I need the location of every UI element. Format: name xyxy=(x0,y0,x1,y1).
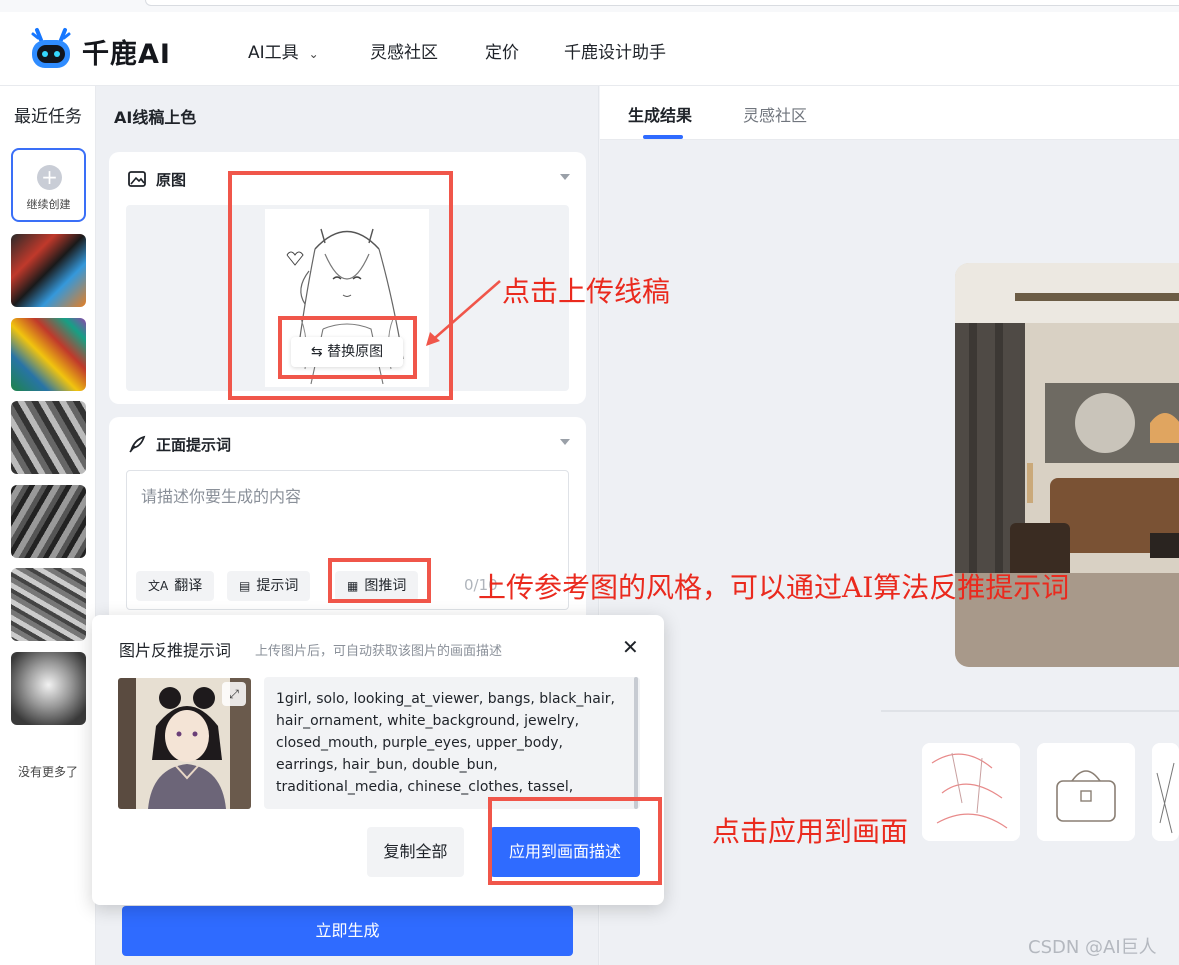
sample-thumbnail[interactable] xyxy=(1152,743,1179,841)
task-thumbnail[interactable] xyxy=(11,234,86,307)
expand-icon[interactable]: ⤢ xyxy=(222,682,246,706)
popup-title: 图片反推提示词 xyxy=(119,641,232,660)
panel-title: AI线稿上色 xyxy=(114,108,197,127)
nav-design-assistant[interactable]: 千鹿设计助手 xyxy=(564,38,666,63)
nav-pricing[interactable]: 定价 xyxy=(485,38,519,63)
brand-name[interactable]: 千鹿AI xyxy=(82,32,171,71)
rail-title: 最近任务 xyxy=(14,107,82,127)
task-thumbnail[interactable] xyxy=(11,652,86,725)
nav-ai-tools[interactable]: AI工具 ⌄ xyxy=(248,38,319,63)
section-divider xyxy=(881,710,1179,712)
annotation-box-replace xyxy=(278,316,417,379)
annotation-reverse-text: 上传参考图的风格，可以通过AI算法反推提示词 xyxy=(478,571,1070,604)
annotation-upload-text: 点击上传线稿 xyxy=(502,275,671,308)
recent-tasks-rail: 最近任务 + 继续创建 没有更多了 xyxy=(0,86,96,965)
image-icon xyxy=(128,171,146,187)
active-tab-indicator xyxy=(643,135,683,139)
collapse-caret-icon[interactable] xyxy=(560,439,570,445)
task-thumbnail[interactable] xyxy=(11,318,86,391)
popup-subtitle: 上传图片后，可自动获取该图片的画面描述 xyxy=(255,644,503,659)
task-thumbnail[interactable] xyxy=(11,485,86,558)
generate-button[interactable]: 立即生成 xyxy=(122,906,573,956)
prompt-library-label: 提示词 xyxy=(256,578,299,594)
task-thumbnail[interactable] xyxy=(11,568,86,641)
prompt-placeholder: 请描述你要生成的内容 xyxy=(141,487,302,506)
browser-strip xyxy=(0,0,1179,12)
reverse-prompt-text[interactable]: 1girl, solo, looking_at_viewer, bangs, b… xyxy=(264,677,640,809)
sample-thumbnail[interactable] xyxy=(922,743,1020,841)
watermark: CSDN @AI巨人 xyxy=(1028,937,1157,958)
top-header: 千鹿AI AI工具 ⌄ 灵感社区 定价 千鹿设计助手 xyxy=(0,12,1179,86)
collapse-caret-icon[interactable] xyxy=(560,174,570,180)
deer-logo-icon[interactable] xyxy=(28,26,74,72)
book-icon: ▤ xyxy=(239,579,251,593)
copy-all-button[interactable]: 复制全部 xyxy=(367,827,464,877)
positive-prompt-title: 正面提示词 xyxy=(156,436,232,454)
plus-icon: + xyxy=(37,165,62,190)
positive-prompt-header: 正面提示词 xyxy=(127,434,231,455)
tab-results[interactable]: 生成结果 xyxy=(628,102,692,126)
sample-result-image[interactable] xyxy=(955,263,1179,667)
annotation-arrow xyxy=(426,280,501,346)
no-more-label: 没有更多了 xyxy=(17,765,78,779)
sample-thumbnail[interactable] xyxy=(1037,743,1135,841)
original-image-title: 原图 xyxy=(156,171,187,189)
browser-tab-edge xyxy=(145,0,1179,6)
annotation-apply-text: 点击应用到画面 xyxy=(712,815,909,848)
continue-create-label: 继续创建 xyxy=(26,198,71,211)
original-image-header: 原图 xyxy=(127,169,186,190)
result-tabs: 生成结果 灵感社区 xyxy=(600,86,1179,140)
feather-icon xyxy=(129,435,146,453)
translate-icon: 文A xyxy=(148,579,169,593)
reference-image[interactable]: ⤢ xyxy=(118,678,251,809)
tab-community[interactable]: 灵感社区 xyxy=(743,102,807,126)
continue-create-button[interactable]: + 继续创建 xyxy=(11,148,86,222)
translate-label: 翻译 xyxy=(174,578,203,594)
nav-ai-tools-label: AI工具 xyxy=(248,43,299,63)
close-icon[interactable]: ✕ xyxy=(622,635,639,659)
translate-button[interactable]: 文A 翻译 xyxy=(136,571,215,601)
annotation-box-image-to-prompt xyxy=(328,558,431,603)
prompt-library-button[interactable]: ▤ 提示词 xyxy=(227,571,311,601)
chevron-down-icon: ⌄ xyxy=(308,47,319,61)
nav-community[interactable]: 灵感社区 xyxy=(370,38,438,63)
tags-scrollbar[interactable] xyxy=(634,677,638,809)
annotation-box-apply xyxy=(488,797,662,885)
task-thumbnail[interactable] xyxy=(11,401,86,474)
